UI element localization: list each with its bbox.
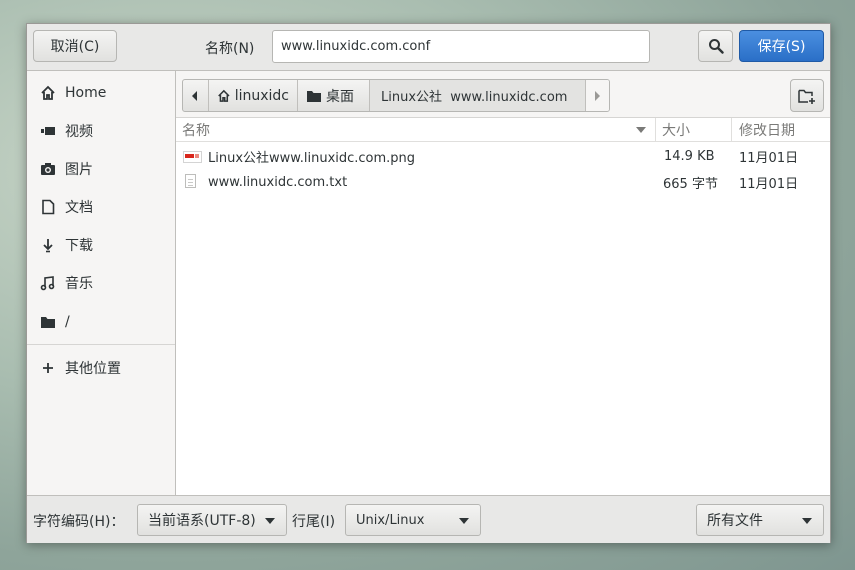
file-size: 665 字节: [663, 176, 718, 192]
line-ending-dropdown[interactable]: Unix/Linux: [345, 504, 481, 536]
sidebar-item-label: 音乐: [65, 276, 93, 292]
path-scroll-right-button[interactable]: [586, 80, 609, 111]
file-list: 名称 大小 修改日期 Linux公社www.linuxidc.com.png 1…: [176, 117, 830, 495]
music-icon: [40, 275, 56, 291]
plus-icon: [40, 360, 56, 376]
sidebar-item-label: Home: [65, 85, 107, 101]
sidebar-item-documents[interactable]: 文档: [27, 191, 175, 223]
file-row[interactable]: Linux公社www.linuxidc.com.png 14.9 KB 11月0…: [176, 143, 830, 169]
save-button[interactable]: 保存(S): [739, 30, 824, 62]
sidebar-item-label: /: [65, 314, 70, 330]
path-scroll-left-button[interactable]: [183, 80, 209, 111]
chevron-down-icon: [265, 518, 275, 524]
path-segment-home[interactable]: linuxidc: [209, 80, 298, 111]
sidebar-item-root[interactable]: /: [27, 306, 175, 338]
file-row[interactable]: www.linuxidc.com.txt 665 字节 11月01日: [176, 169, 830, 195]
folder-icon: [40, 314, 56, 330]
encoding-dropdown[interactable]: 当前语系(UTF-8): [137, 504, 287, 536]
sidebar-item-pictures[interactable]: 图片: [27, 153, 175, 185]
filename-label: 名称(N): [205, 41, 255, 57]
file-filter-value: 所有文件: [707, 513, 763, 529]
text-file-icon: [185, 174, 196, 188]
column-header-label: 修改日期: [739, 122, 795, 139]
file-modified: 11月01日: [739, 150, 799, 166]
home-icon: [218, 89, 230, 102]
image-file-icon: [183, 151, 202, 163]
path-segment-desktop[interactable]: 桌面: [298, 80, 370, 111]
document-icon: [40, 199, 56, 215]
column-header-name[interactable]: 名称: [176, 118, 655, 142]
chevron-down-icon: [459, 518, 469, 524]
sidebar-item-label: 视频: [65, 124, 93, 140]
camera-icon: [40, 161, 56, 177]
line-ending-label: 行尾(I): [292, 514, 336, 530]
search-button[interactable]: [698, 30, 733, 62]
sidebar-item-label: 图片: [65, 162, 93, 178]
new-folder-icon: [798, 89, 815, 104]
chevron-right-icon: [595, 90, 600, 101]
download-icon: [40, 237, 56, 253]
path-bar: linuxidc 桌面 Linux公社 www.linuxidc.com: [182, 79, 610, 112]
file-filter-dropdown[interactable]: 所有文件: [696, 504, 824, 536]
file-modified: 11月01日: [739, 176, 799, 192]
column-header-size[interactable]: 大小: [655, 118, 731, 142]
cancel-button[interactable]: 取消(C): [33, 30, 117, 62]
sidebar-item-label: 下载: [65, 238, 93, 254]
sidebar-item-label: 文档: [65, 200, 93, 216]
header-bar: 取消(C) 名称(N) 保存(S): [27, 24, 830, 71]
new-folder-button[interactable]: [790, 79, 824, 112]
path-segment-current[interactable]: Linux公社 www.linuxidc.com: [370, 80, 586, 111]
sidebar-item-label: 其他位置: [65, 361, 121, 377]
chevron-down-icon: [802, 518, 812, 524]
path-segment-label: linuxidc: [234, 87, 289, 104]
sidebar-item-downloads[interactable]: 下载: [27, 229, 175, 261]
column-header-label: 名称: [182, 122, 210, 139]
sidebar-item-videos[interactable]: 视频: [27, 115, 175, 147]
encoding-label: 字符编码(H)：: [33, 514, 125, 530]
column-header-label: 大小: [662, 122, 690, 139]
file-name: Linux公社www.linuxidc.com.png: [208, 150, 416, 166]
encoding-value: 当前语系(UTF-8): [148, 513, 256, 529]
sidebar-item-home[interactable]: Home: [27, 77, 175, 109]
column-header-modified[interactable]: 修改日期: [731, 118, 830, 142]
chevron-left-icon: [192, 90, 197, 101]
sidebar-divider: [27, 344, 175, 345]
save-file-dialog: 取消(C) 名称(N) 保存(S) Home 视频: [26, 23, 831, 543]
line-ending-value: Unix/Linux: [356, 512, 425, 528]
sidebar-item-music[interactable]: 音乐: [27, 267, 175, 299]
options-bar: 字符编码(H)： 当前语系(UTF-8) 行尾(I) Unix/Linux 所有…: [27, 495, 830, 543]
path-segment-label: Linux公社 www.linuxidc.com: [381, 90, 568, 105]
video-icon: [40, 123, 56, 139]
file-name: www.linuxidc.com.txt: [208, 174, 348, 190]
search-icon: [708, 39, 724, 54]
filename-input[interactable]: [272, 30, 650, 63]
home-icon: [40, 85, 56, 101]
places-sidebar: Home 视频 图片 文档 下载 音乐 / 其他位置: [27, 71, 176, 495]
sidebar-item-other-locations[interactable]: 其他位置: [27, 352, 175, 384]
folder-icon: [307, 90, 321, 102]
file-size: 14.9 KB: [664, 148, 715, 164]
sort-descending-icon: [636, 127, 646, 133]
path-segment-label: 桌面: [326, 88, 354, 105]
